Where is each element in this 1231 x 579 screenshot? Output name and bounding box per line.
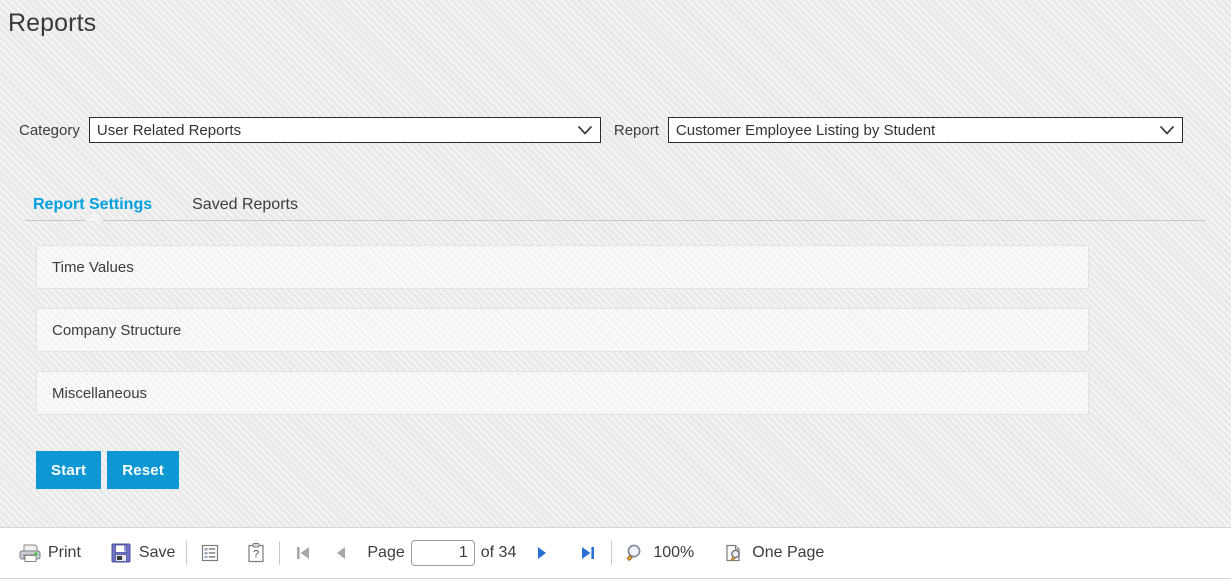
help-button[interactable]: ?	[244, 541, 268, 565]
panel-time-values[interactable]: Time Values	[36, 245, 1089, 289]
settings-panel-list: Time Values Company Structure Miscellane…	[36, 245, 1089, 434]
category-label: Category	[19, 121, 80, 139]
save-button[interactable]: Save	[109, 541, 175, 565]
previous-page-icon	[329, 541, 353, 565]
page-total-label: of 34	[480, 544, 517, 561]
tab-bar: Report Settings Saved Reports	[0, 188, 1231, 222]
page-view-icon	[722, 541, 746, 565]
previous-page-button[interactable]	[329, 541, 353, 565]
active-tab-pointer-icon	[85, 213, 103, 221]
category-select[interactable]: User Related Reports	[88, 117, 601, 143]
first-page-button[interactable]	[291, 541, 315, 565]
tab-strip: Report Settings Saved Reports	[0, 188, 1231, 220]
report-list-icon	[198, 541, 222, 565]
panel-title: Miscellaneous	[52, 384, 148, 402]
chevron-down-icon	[574, 125, 600, 135]
svg-text:?: ?	[253, 549, 259, 561]
report-viewer-toolbar: Print Save ? Page 1 of 34 100% One Page	[0, 527, 1231, 579]
reset-button[interactable]: Reset	[107, 451, 180, 489]
print-label: Print	[48, 544, 81, 561]
start-button[interactable]: Start	[36, 451, 102, 489]
page-title: Reports	[8, 9, 97, 37]
page-label: Page	[367, 544, 405, 561]
one-page-button[interactable]: One Page	[722, 541, 824, 565]
report-selector-row: Category User Related Reports Report Cus…	[0, 113, 1231, 147]
category-select-value: User Related Reports	[96, 121, 242, 139]
zoom-button[interactable]: 100%	[623, 541, 694, 565]
magnifier-icon	[623, 541, 647, 565]
report-list-button[interactable]	[198, 541, 222, 565]
action-button-group: Start Reset	[36, 451, 185, 489]
last-page-button[interactable]	[576, 541, 600, 565]
report-label: Report	[613, 121, 659, 139]
last-page-icon	[576, 541, 600, 565]
report-select[interactable]: Customer Employee Listing by Student	[667, 117, 1183, 143]
one-page-label: One Page	[752, 544, 825, 561]
report-select-value: Customer Employee Listing by Student	[675, 121, 936, 139]
next-page-icon	[530, 541, 554, 565]
panel-miscellaneous[interactable]: Miscellaneous	[36, 371, 1089, 415]
page-number-input[interactable]	[410, 540, 475, 566]
toolbar-separator	[611, 541, 613, 565]
zoom-label: 100%	[653, 544, 695, 561]
clipboard-question-icon: ?	[244, 541, 268, 565]
chevron-down-icon	[1156, 125, 1182, 135]
save-label: Save	[138, 544, 176, 561]
floppy-disk-icon	[109, 541, 133, 565]
panel-title: Company Structure	[52, 321, 182, 339]
printer-icon	[18, 541, 42, 565]
toolbar-separator	[279, 541, 281, 565]
next-page-button[interactable]	[530, 541, 554, 565]
tab-divider	[25, 213, 1206, 222]
panel-company-structure[interactable]: Company Structure	[36, 308, 1089, 352]
tab-saved-reports[interactable]: Saved Reports	[192, 196, 298, 220]
panel-title: Time Values	[52, 258, 134, 276]
print-button[interactable]: Print	[18, 541, 81, 565]
toolbar-separator	[186, 541, 188, 565]
first-page-icon	[291, 541, 315, 565]
